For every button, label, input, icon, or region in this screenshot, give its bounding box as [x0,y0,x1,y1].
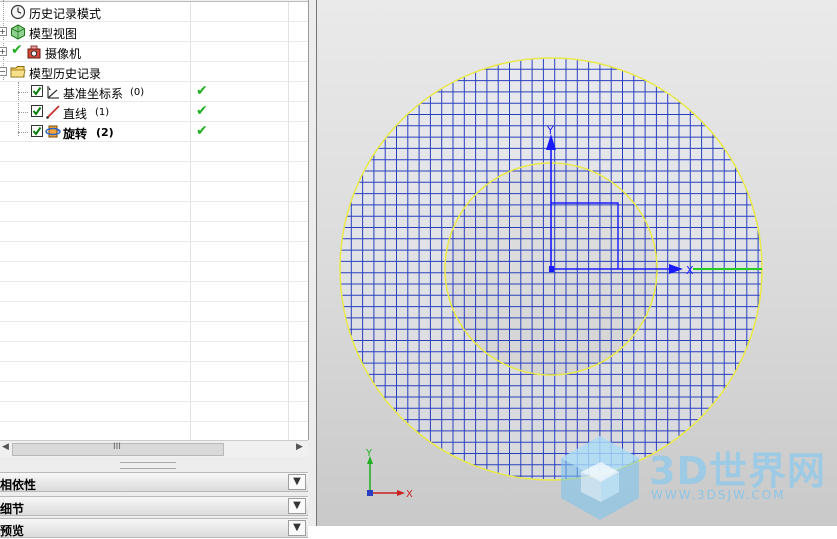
tree-node-label: 模型视图 [29,27,78,41]
section-preview[interactable]: 预览 ▼ [0,518,308,538]
feature-checkbox[interactable] [31,125,43,137]
datum-csys-icon [47,86,59,99]
watermark-logo-icon [561,436,639,520]
triad-y-label: Y [365,448,373,459]
triad-x-label: X [406,489,413,500]
section-details[interactable]: 细节 ▼ [0,496,308,516]
tree-node-label: 模型历史记录 [29,67,102,81]
y-axis-label: Y [546,124,554,137]
feature-checkbox[interactable] [31,105,43,117]
clock-icon [10,4,26,20]
feature-index: (2) [96,126,114,139]
scrollbar-grip: III [113,442,121,452]
tree-node-label: 摄像机 [45,47,82,61]
tree-node-cameras[interactable]: + ✔ 摄像机 [0,42,308,62]
chevron-down-icon[interactable]: ▼ [288,520,306,536]
part-navigator-tree: 名 数据 附 历史记录模式 + 模型视图 + [0,0,309,440]
watermark-url: WWW.3DSJW.COM [651,488,786,502]
chevron-down-icon[interactable]: ▼ [288,474,306,490]
tree-node-label: 基准坐标系 [63,87,124,101]
tree-node-label: 旋转 [63,127,88,141]
tree-node-label: 直线 [63,107,88,121]
collapse-toggle[interactable]: − [0,67,7,76]
feature-index: (1) [95,107,110,118]
scroll-left-arrow-icon[interactable]: ◀ [2,442,9,452]
feature-checkbox[interactable] [31,85,43,97]
scrollbar-thumb[interactable]: III [12,442,224,456]
section-title: 预览 [0,524,25,538]
scroll-right-arrow-icon[interactable]: ▶ [296,442,303,452]
expand-toggle[interactable]: + [0,27,7,36]
tree-node-label: 历史记录模式 [29,7,102,21]
section-dependencies[interactable]: 相依性 ▼ [0,472,308,492]
chevron-down-icon[interactable]: ▼ [288,498,306,514]
tree-node-model-views[interactable]: + 模型视图 [0,22,308,42]
status-ok-icon: ✔ [196,103,208,119]
part-navigator-panel: 名 数据 附 历史记录模式 + 模型视图 + [0,0,316,538]
feature-index: (0) [130,87,145,98]
section-title: 相依性 [0,478,37,492]
tree-node-history-mode[interactable]: 历史记录模式 [0,2,308,22]
status-ok-icon: ✔ [196,123,208,139]
x-axis-label: X [686,264,694,277]
graphics-viewport[interactable]: Y X Y X 3D世界网 WWW.3DSJW.COM [316,0,837,526]
model-view-icon [11,24,25,40]
revolve-icon [45,125,61,138]
tree-node-revolve[interactable]: 旋转 (2) ✔ [0,122,308,142]
watermark-text: 3D世界网 [649,449,826,493]
visibility-check-icon[interactable]: ✔ [11,42,23,58]
csys-origin [549,266,554,272]
view-triad: Y X [365,448,413,500]
camera-icon [27,45,41,59]
section-title: 细节 [0,502,25,516]
status-ok-icon: ✔ [196,83,208,99]
tree-node-line[interactable]: 直线 (1) ✔ [0,102,308,122]
line-icon [46,105,60,119]
expand-toggle[interactable]: + [0,47,7,56]
folder-icon [10,66,26,78]
tree-node-datum-csys[interactable]: 基准坐标系 (0) ✔ [0,82,308,102]
datum-plane-outline [551,202,619,269]
tree-node-model-history[interactable]: − 模型历史记录 [0,62,308,82]
panel-splitter[interactable] [120,462,176,469]
watermark: 3D世界网 WWW.3DSJW.COM [555,432,837,524]
horizontal-scrollbar[interactable]: ◀ III ▶ [0,440,308,457]
